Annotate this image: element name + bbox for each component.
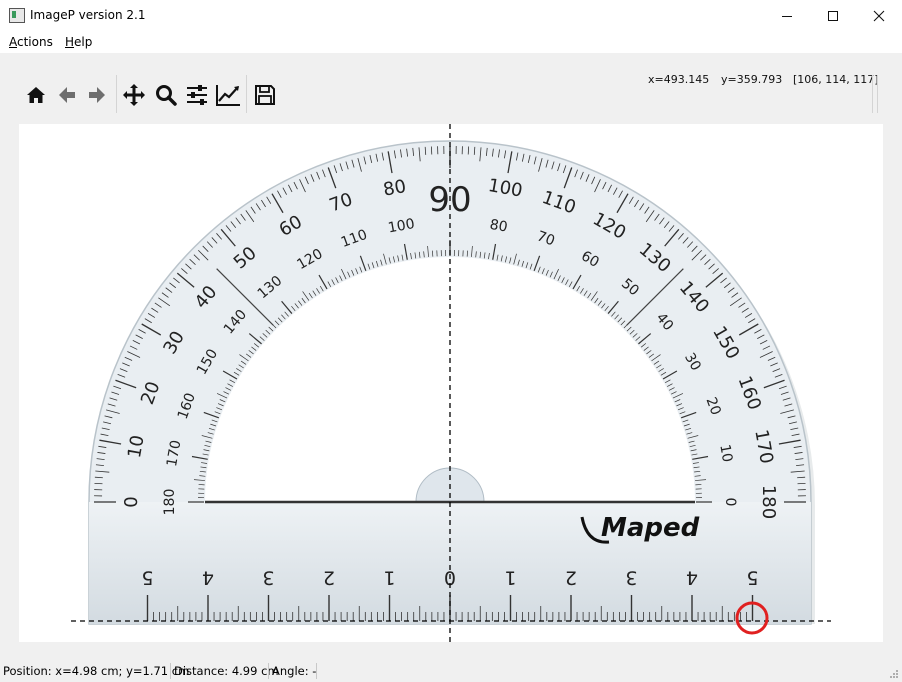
outer-degree-label: 180 xyxy=(758,485,779,519)
home-icon xyxy=(27,87,45,103)
subplots-button[interactable] xyxy=(183,81,211,109)
pixel-value-readout: [106, 114, 117] xyxy=(793,73,879,86)
save-button[interactable] xyxy=(251,81,279,109)
outer-degree-label: 10 xyxy=(124,434,149,460)
toolbar-separator xyxy=(877,75,878,113)
back-button[interactable] xyxy=(53,81,81,109)
close-button[interactable] xyxy=(856,0,902,31)
pan-button[interactable] xyxy=(120,81,148,109)
forward-button[interactable] xyxy=(83,81,111,109)
menu-bar: Actions Help xyxy=(0,31,902,53)
window-title: ImageP version 2.1 xyxy=(30,8,146,22)
ruler-cm-label: 3 xyxy=(625,567,637,589)
edit-axis-button[interactable] xyxy=(214,81,242,109)
forward-arrow-icon xyxy=(89,87,105,103)
maximize-button[interactable] xyxy=(810,0,856,31)
toolbar-separator xyxy=(246,75,247,113)
image-canvas[interactable]: 0 10 20 30 40 50 60 70 80 100 110 120 130 140 150 160 17… xyxy=(19,124,883,642)
menu-actions[interactable]: Actions xyxy=(9,35,53,49)
status-divider xyxy=(316,663,317,679)
close-icon xyxy=(873,10,885,21)
save-icon xyxy=(255,85,275,105)
status-angle: Angle: - xyxy=(272,664,317,678)
protractor-image: 01020304050607080 100 11012013014015016017… xyxy=(71,124,831,642)
menu-help[interactable]: Help xyxy=(65,35,92,49)
inner-degree-label: 80 xyxy=(488,217,508,236)
inner-degree-label: 0 xyxy=(722,498,738,507)
status-divider xyxy=(170,663,171,679)
ruler-cm-label: 2 xyxy=(323,567,335,589)
minimize-button[interactable] xyxy=(764,0,810,31)
resize-grip-icon[interactable] xyxy=(888,668,899,679)
app-icon xyxy=(9,8,25,23)
outer-degree-tick xyxy=(473,146,476,155)
outer-degree-tick xyxy=(797,476,806,479)
ruler-cm-label: 4 xyxy=(202,567,214,589)
ruler-cm-label: 5 xyxy=(141,567,153,589)
cursor-x-readout: x=493.145 xyxy=(648,73,710,86)
brand-logo: Maped xyxy=(601,513,700,543)
toolbar: x=493.145 y=359.793 [106, 114, 117] xyxy=(0,53,902,123)
status-divider xyxy=(268,663,269,679)
pan-icon xyxy=(123,84,145,106)
cursor-y-readout: y=359.793 xyxy=(721,73,783,86)
zoom-icon xyxy=(156,85,177,106)
outer-degree-label: 0 xyxy=(121,496,142,507)
toolbar-separator xyxy=(116,75,117,113)
ruler-cm-label: 1 xyxy=(504,567,516,589)
ruler-cm-label: 4 xyxy=(686,567,698,589)
outer-degree-label: 80 xyxy=(382,176,408,201)
status-position: Position: x=4.98 cm; y=1.71 cm xyxy=(3,664,190,678)
title-bar: ImageP version 2.1 xyxy=(0,0,902,31)
edit-axis-icon xyxy=(216,85,240,106)
ruler-cm-label: 2 xyxy=(565,567,577,589)
inner-degree-label: 180 xyxy=(162,489,178,516)
subplots-icon xyxy=(187,85,207,105)
toolbar-separator xyxy=(872,75,873,113)
minimize-icon xyxy=(782,15,792,17)
back-arrow-icon xyxy=(59,87,75,103)
status-bar: Position: x=4.98 cm; y=1.71 cm Distance:… xyxy=(0,660,902,682)
outer-degree-tick xyxy=(424,146,427,155)
outer-degree-tick xyxy=(94,476,103,479)
maximize-icon xyxy=(828,10,838,21)
ruler-cm-label: 3 xyxy=(262,567,274,589)
inner-degree-label: 10 xyxy=(716,443,735,463)
home-button[interactable] xyxy=(22,81,50,109)
ruler-cm-label: 5 xyxy=(746,567,758,589)
status-distance: Distance: 4.99 cm xyxy=(174,664,279,678)
zoom-button[interactable] xyxy=(152,81,180,109)
ruler-cm-label: 1 xyxy=(383,567,395,589)
